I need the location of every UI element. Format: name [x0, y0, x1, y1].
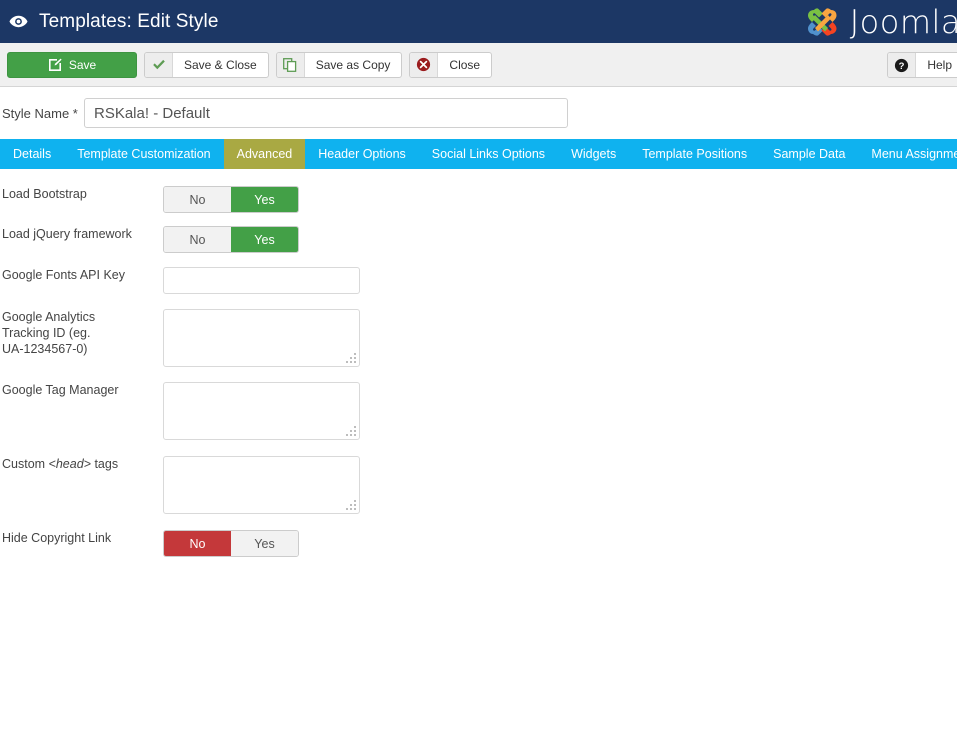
copy-icon	[276, 52, 305, 77]
save-as-copy-button[interactable]: Save as Copy	[275, 51, 403, 78]
advanced-form: Load Bootstrap No Yes Load jQuery framew…	[0, 169, 957, 557]
save-button[interactable]: Save	[7, 51, 137, 78]
eye-icon	[9, 15, 28, 28]
custom-head-tags-label-before: Custom	[2, 457, 49, 471]
hide-copyright-link-no[interactable]: No	[164, 531, 231, 556]
load-bootstrap-label: Load Bootstrap	[2, 187, 87, 201]
svg-text:?: ?	[899, 61, 905, 72]
custom-head-tags-label-italic: <head>	[48, 457, 91, 471]
save-and-close-button[interactable]: Save & Close	[144, 51, 269, 78]
brand-text: Joomla	[849, 2, 957, 41]
load-bootstrap-toggle[interactable]: No Yes	[163, 186, 299, 213]
google-analytics-label-line2: Tracking ID (eg.	[2, 326, 91, 340]
google-tag-manager-textarea-wrap	[163, 382, 360, 440]
tab-menu-assignment[interactable]: Menu Assignment	[858, 139, 957, 169]
hide-copyright-link-yes[interactable]: Yes	[231, 531, 298, 556]
style-name-row: Style Name *	[0, 87, 957, 139]
tab-sample-data[interactable]: Sample Data	[760, 139, 858, 169]
google-analytics-textarea[interactable]	[163, 309, 360, 367]
tab-header-options[interactable]: Header Options	[305, 139, 419, 169]
google-tag-manager-textarea[interactable]	[163, 382, 360, 440]
field-google-fonts-api-key: Google Fonts API Key	[0, 267, 957, 294]
hide-copyright-link-label: Hide Copyright Link	[2, 531, 112, 545]
tab-template-positions[interactable]: Template Positions	[629, 139, 760, 169]
save-as-copy-label: Save as Copy	[315, 57, 391, 72]
save-and-close-label: Save & Close	[184, 57, 257, 72]
load-jquery-no[interactable]: No	[164, 227, 231, 252]
edit-pencil-icon	[48, 58, 62, 72]
field-custom-head-tags: Custom <head> tags	[0, 456, 957, 514]
joomla-logo-icon	[801, 3, 843, 41]
app-header: Templates: Edit Style Joomla	[0, 0, 957, 43]
save-button-label: Save	[68, 57, 97, 72]
custom-head-tags-textarea[interactable]	[163, 456, 360, 514]
custom-head-tags-label-after: tags	[90, 457, 119, 471]
google-analytics-label-line3: UA-1234567-0)	[2, 342, 88, 356]
tab-bar: Details Template Customization Advanced …	[0, 139, 957, 169]
style-name-label: Style Name *	[2, 105, 78, 121]
custom-head-tags-label: Custom <head> tags	[0, 456, 163, 472]
load-jquery-toggle[interactable]: No Yes	[163, 226, 299, 253]
tab-widgets[interactable]: Widgets	[558, 139, 629, 169]
load-jquery-label: Load jQuery framework	[2, 227, 132, 241]
tab-details[interactable]: Details	[0, 139, 64, 169]
load-bootstrap-no[interactable]: No	[164, 187, 231, 212]
help-button-label: Help	[927, 58, 952, 72]
load-jquery-yes[interactable]: Yes	[231, 227, 298, 252]
hide-copyright-link-toggle[interactable]: No Yes	[163, 530, 299, 557]
close-button-label: Close	[449, 57, 481, 72]
field-google-analytics: Google Analytics Tracking ID (eg. UA-123…	[0, 309, 957, 367]
joomla-brand: Joomla	[801, 0, 957, 43]
tab-social-links-options[interactable]: Social Links Options	[419, 139, 558, 169]
close-button[interactable]: Close	[409, 51, 493, 78]
toolbar: Save Save & Close Save as Copy Close ? H…	[0, 43, 957, 87]
google-analytics-label-line1: Google Analytics	[2, 310, 96, 324]
custom-head-tags-textarea-wrap	[163, 456, 360, 514]
google-fonts-api-key-input[interactable]	[163, 267, 360, 294]
help-button[interactable]: ? Help	[887, 52, 957, 78]
field-load-jquery: Load jQuery framework No Yes	[0, 226, 957, 253]
check-icon	[145, 52, 173, 77]
google-tag-manager-label: Google Tag Manager	[2, 383, 119, 397]
field-load-bootstrap: Load Bootstrap No Yes	[0, 186, 957, 213]
close-circle-icon	[410, 52, 439, 77]
google-analytics-textarea-wrap	[163, 309, 360, 367]
page-title: Templates: Edit Style	[39, 10, 219, 32]
google-fonts-api-key-label: Google Fonts API Key	[2, 268, 125, 282]
tab-advanced[interactable]: Advanced	[223, 139, 306, 169]
field-hide-copyright-link: Hide Copyright Link No Yes	[0, 530, 957, 557]
google-analytics-label: Google Analytics Tracking ID (eg. UA-123…	[0, 309, 163, 357]
load-bootstrap-yes[interactable]: Yes	[231, 187, 298, 212]
style-name-input[interactable]	[84, 98, 568, 128]
question-circle-icon: ?	[888, 53, 917, 77]
tab-template-customization[interactable]: Template Customization	[64, 139, 223, 169]
field-google-tag-manager: Google Tag Manager	[0, 382, 957, 440]
